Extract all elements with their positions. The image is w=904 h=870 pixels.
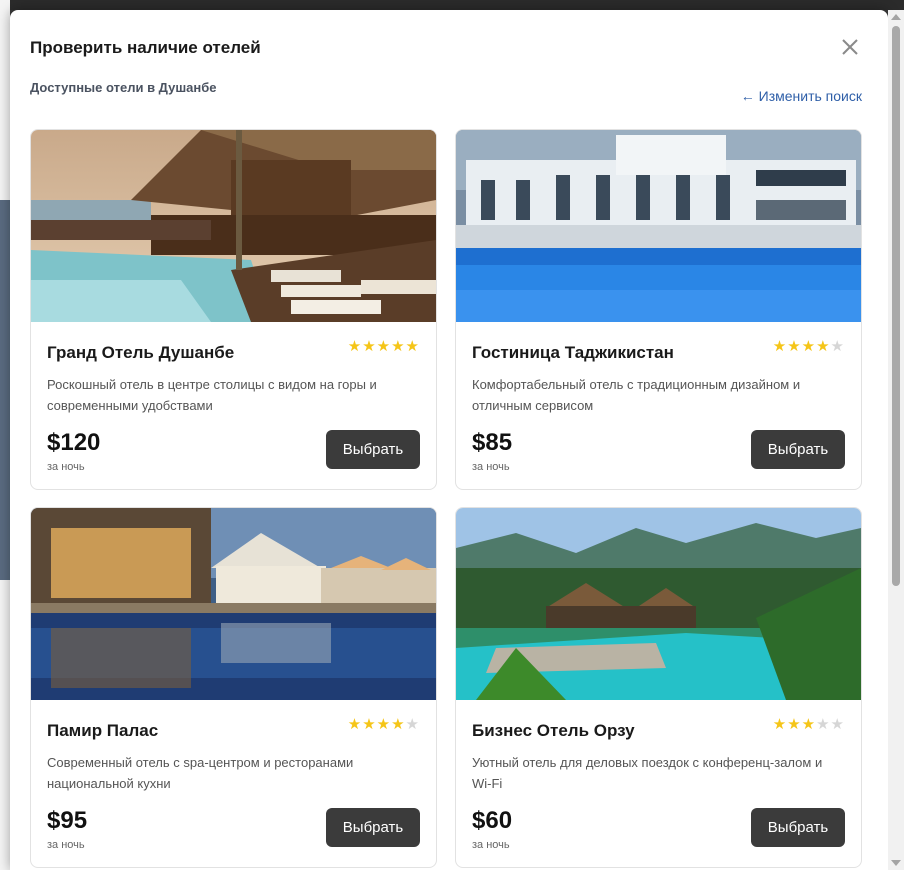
star-rating: ★★★★★ <box>348 715 420 733</box>
star-rating: ★★★★★ <box>348 337 420 355</box>
hotel-availability-modal: Проверить наличие отелей Доступные отели… <box>10 10 888 870</box>
hotel-name: Гранд Отель Душанбе <box>47 343 235 362</box>
hotel-card: Гранд Отель Душанбе ★★★★★ Роскошный отел… <box>30 129 437 490</box>
star-rating: ★★★★★ <box>773 337 845 355</box>
price-unit: за ночь <box>47 839 85 851</box>
hotel-description: Комфортабельный отель с традиционным диз… <box>472 377 801 413</box>
scrollbar-thumb[interactable] <box>892 26 900 586</box>
star-icon: ★★★★★ <box>347 338 420 355</box>
hotel-card: Гостиница Таджикистан ★★★★★ Комфортабель… <box>455 129 862 490</box>
hotel-description: Современный отель с spa-центром и рестор… <box>47 755 354 791</box>
star-icon: ★★★ <box>772 716 817 733</box>
hotel-photo <box>456 508 861 700</box>
background-page-left <box>0 0 10 870</box>
modal-title: Проверить наличие отелей <box>30 38 261 57</box>
hotel-price: $120 <box>47 429 101 456</box>
modal-subtitle: Доступные отели в Душанбе <box>30 80 217 95</box>
hotel-price: $85 <box>472 429 513 456</box>
star-empty-icon: ★★ <box>816 716 845 733</box>
select-hotel-button[interactable]: Выбрать <box>326 808 420 847</box>
scroll-down-arrow-icon[interactable] <box>891 860 901 866</box>
hotel-photo <box>31 508 436 700</box>
hotel-card: Памир Палас ★★★★★ Современный отель с sp… <box>30 507 437 868</box>
select-hotel-button[interactable]: Выбрать <box>326 430 420 469</box>
close-button[interactable] <box>839 36 861 58</box>
hotel-price: $60 <box>472 807 513 834</box>
select-hotel-button[interactable]: Выбрать <box>751 430 845 469</box>
background-page-top <box>0 0 904 10</box>
hotel-name: Памир Палас <box>47 721 159 740</box>
hotel-name: Бизнес Отель Орзу <box>472 721 635 740</box>
price-unit: за ночь <box>472 461 510 473</box>
star-empty-icon: ★ <box>830 338 845 355</box>
hotel-price: $95 <box>47 807 88 834</box>
hotel-card: Бизнес Отель Орзу ★★★★★ Уютный отель для… <box>455 507 862 868</box>
select-hotel-button[interactable]: Выбрать <box>751 808 845 847</box>
change-search-link[interactable]: ← Изменить поиск <box>741 88 862 104</box>
price-unit: за ночь <box>472 839 510 851</box>
hotel-photo <box>456 130 861 322</box>
hotel-description: Роскошный отель в центре столицы с видом… <box>47 377 377 413</box>
hotel-photo <box>31 130 436 322</box>
modal-scrollbar[interactable] <box>888 10 904 870</box>
hotel-name: Гостиница Таджикистан <box>472 343 674 362</box>
background-page-block <box>0 200 10 580</box>
star-empty-icon: ★ <box>405 716 420 733</box>
price-unit: за ночь <box>47 461 85 473</box>
star-icon: ★★★★ <box>347 716 406 733</box>
star-rating: ★★★★★ <box>773 715 845 733</box>
hotel-description: Уютный отель для деловых поездок с конфе… <box>472 755 823 791</box>
star-icon: ★★★★ <box>772 338 831 355</box>
scroll-up-arrow-icon[interactable] <box>891 14 901 20</box>
close-icon <box>842 39 858 55</box>
